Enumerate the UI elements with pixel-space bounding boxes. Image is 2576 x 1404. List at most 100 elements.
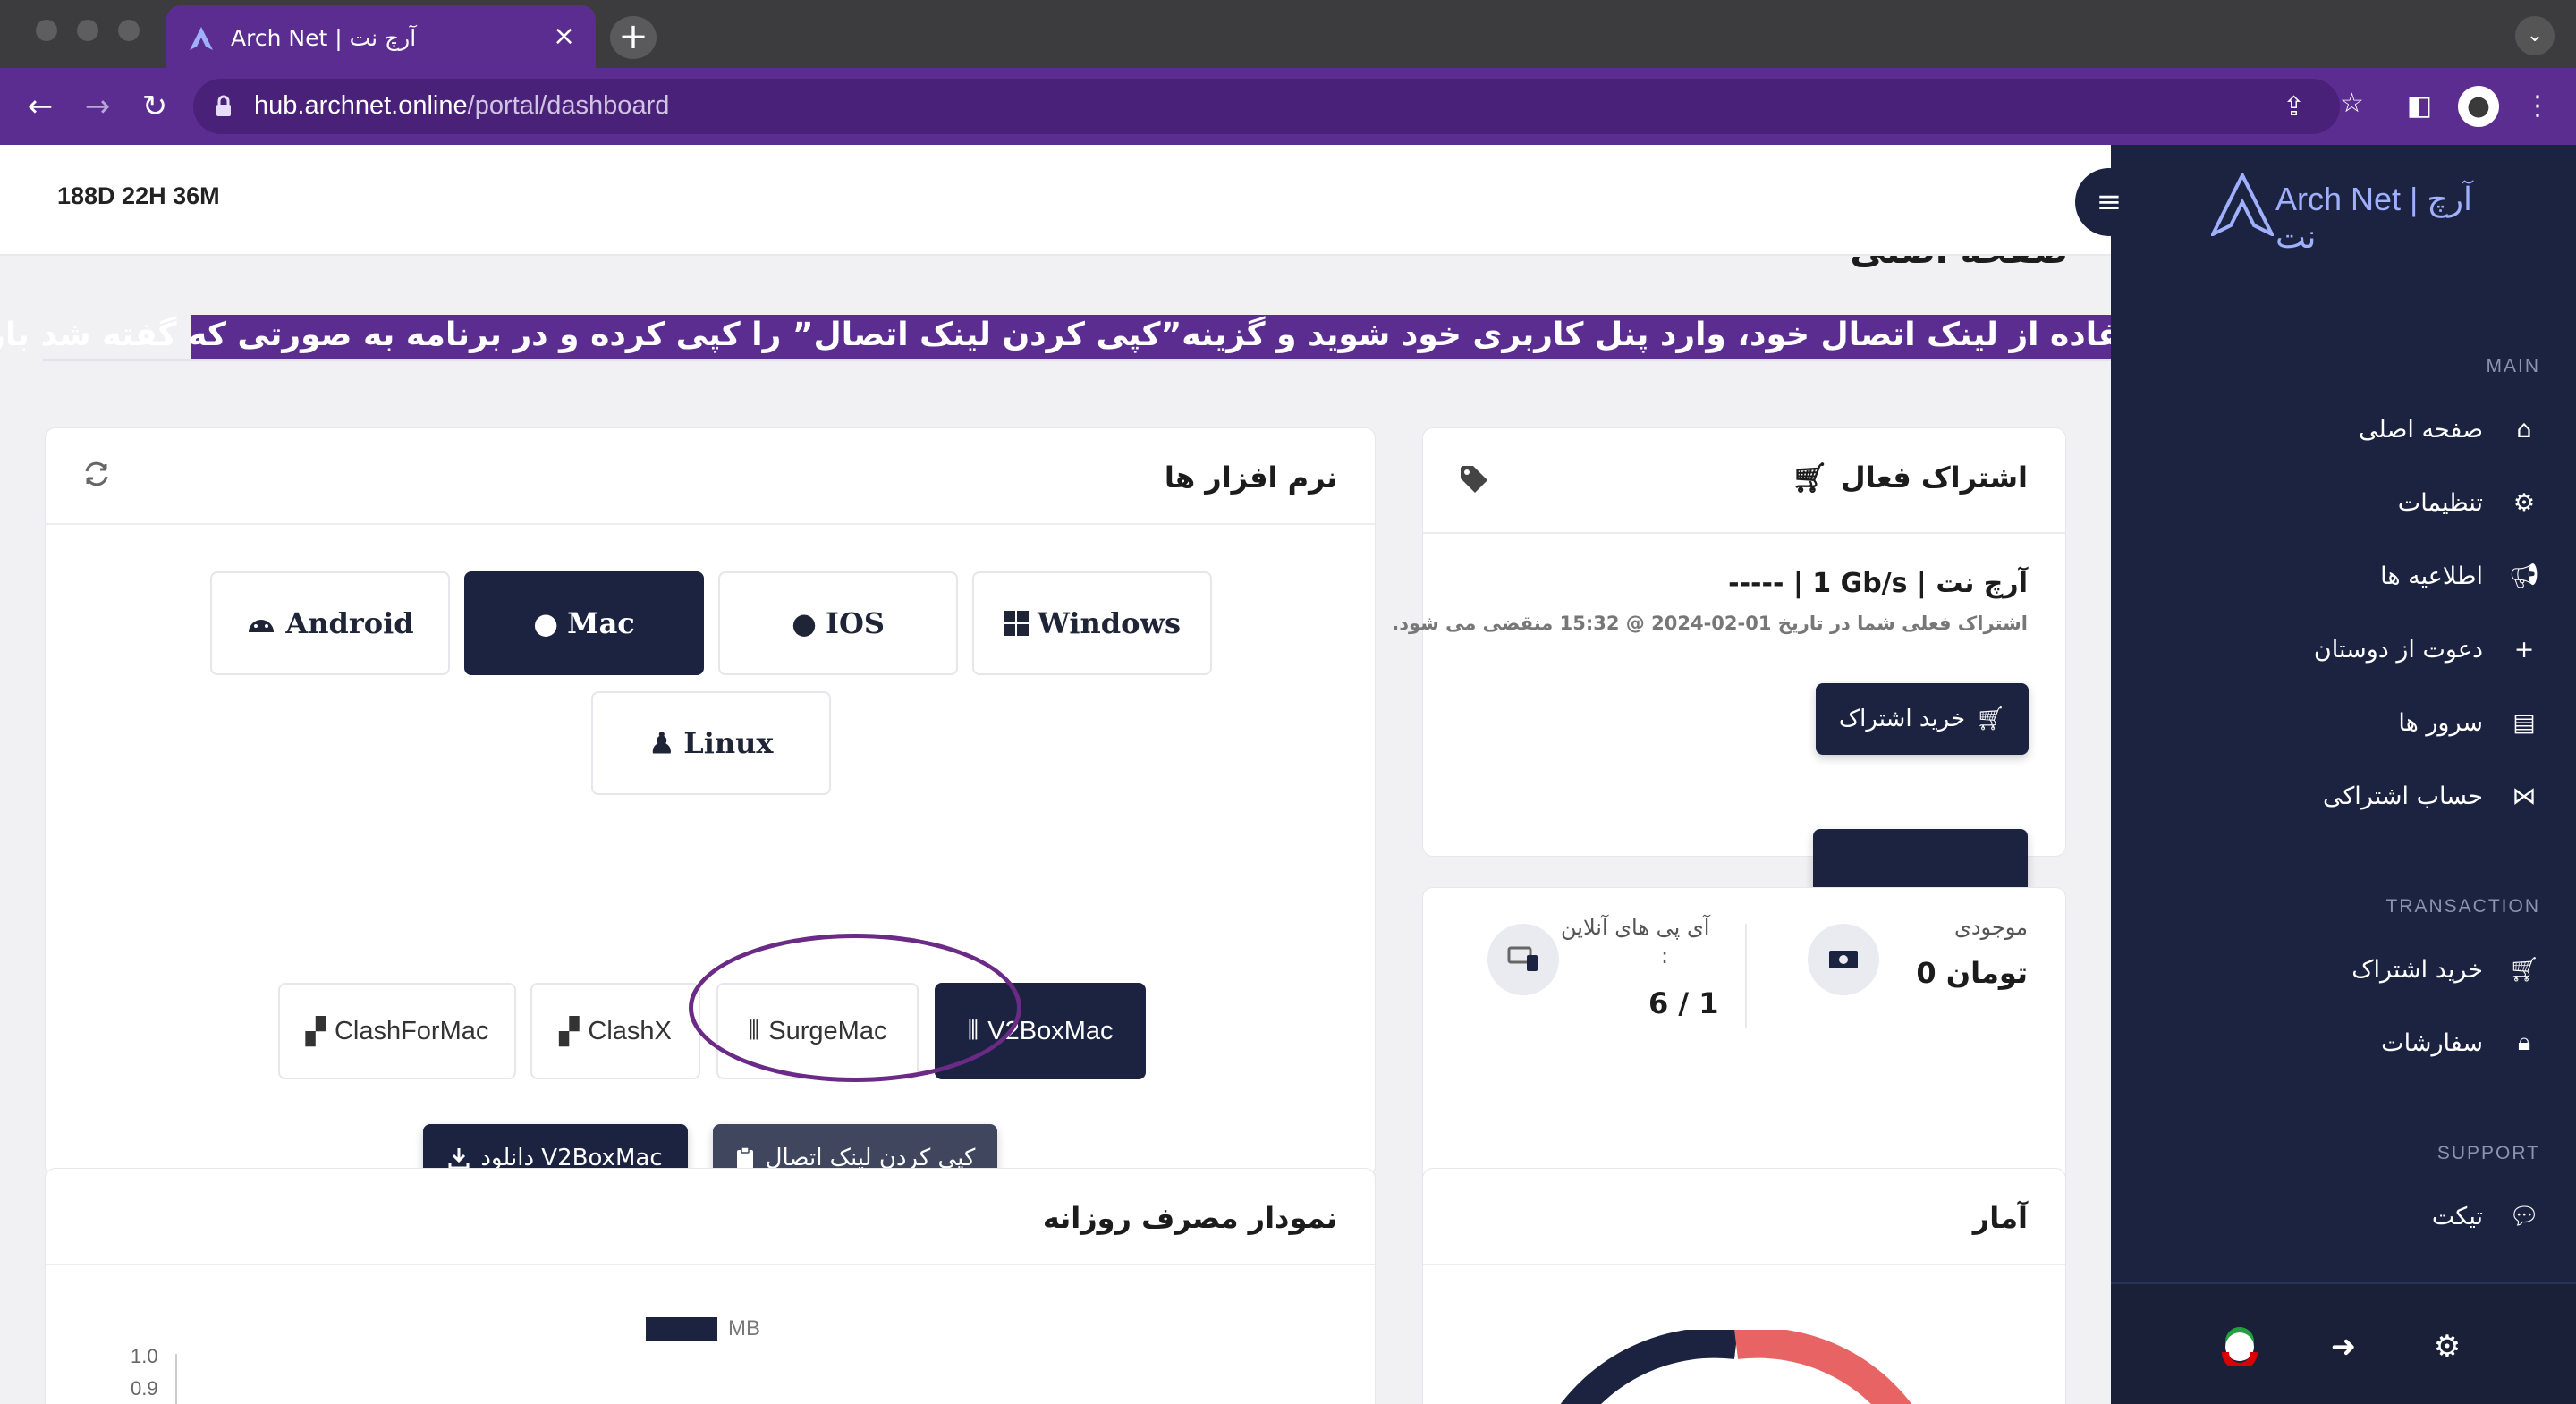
forward-arrow-icon[interactable]: → [75, 84, 120, 129]
os-button-android[interactable]: Android [210, 571, 450, 675]
sidebar: ≡ Arch Net | آرچ نت MAIN صفحه اصلی ⌂ تنظ… [2075, 145, 2576, 1404]
menu-toggle-icon[interactable]: ≡ [2075, 168, 2143, 236]
signal-icon: ⦀ [748, 1016, 760, 1045]
clipboard-icon [736, 1146, 753, 1169]
address-bar[interactable]: hub.archnet.online/portal/dashboard ⇪ ☆ [193, 79, 2364, 134]
settings-gear-icon[interactable]: ⚙ [2428, 1327, 2467, 1366]
logo-text: Arch Net | آرچ نت [2275, 181, 2473, 255]
dashboard-page: 188D 22H 36M صفحه اصلی جهت استفاده از لی… [0, 145, 2576, 1404]
sidebar-item-invite[interactable]: دعوت از دوستان + [2314, 633, 2540, 665]
lock-icon[interactable] [215, 95, 233, 118]
sidebar-footer: ➜ ⚙ [2111, 1282, 2576, 1404]
section-support: SUPPORT [2436, 1143, 2540, 1163]
divider [43, 359, 2111, 361]
online-ips-label: آی پی های آنلاین [1561, 915, 1710, 940]
sidebar-item-orders[interactable]: سفارشات 🔒︎ [2381, 1027, 2540, 1059]
y-tick-label: 1.0 [131, 1345, 158, 1367]
android-icon [249, 620, 275, 632]
stats-card: آمار [1422, 1168, 2066, 1404]
sidebar-item-buy-subscription[interactable]: خرید اشتراک 🛒︎ [2351, 953, 2540, 985]
stats-card-header: آمار [1423, 1169, 2065, 1265]
browser-tabstrip: Arch Net | آرچ نت × + ⌄ [0, 0, 2576, 68]
vertical-divider [1745, 924, 1747, 1028]
connection-notice: جهت استفاده از لینک اتصال خود، وارد پنل … [0, 315, 2286, 359]
software-card: نرم افزار ها Android ● Mac ● IOS Windows… [45, 427, 1376, 1192]
stats-donut-chart [1560, 1330, 1912, 1404]
arch-logo-icon [190, 27, 213, 50]
reload-icon[interactable]: ↻ [132, 84, 177, 129]
os-button-ios[interactable]: ● IOS [718, 571, 958, 675]
sidebar-item-servers[interactable]: سرور ها ▤ [2398, 706, 2540, 739]
stats-card-title: آمار [1972, 1201, 2028, 1235]
money-icon [1808, 924, 1879, 995]
window-close-dot[interactable] [36, 20, 57, 41]
online-ips-colon: : [1661, 943, 1669, 968]
section-main: MAIN [2486, 356, 2540, 376]
comments-icon: 💬︎ [2508, 1203, 2540, 1231]
sidebar-item-announcements[interactable]: اطلاعیه ها 📢︎ [2380, 560, 2540, 592]
lock-icon: 🔒︎ [2517, 1028, 2531, 1056]
daily-usage-card: نمودار مصرف روزانه [45, 1168, 1376, 1404]
balance-label: موجودی [1954, 915, 2028, 940]
y-axis-line [175, 1354, 177, 1404]
buy-subscription-button-label[interactable]: خرید اشتراک 🛒︎ [1816, 683, 2029, 755]
window-zoom-dot[interactable] [118, 20, 140, 41]
cat-icon: ▞ [559, 1017, 580, 1046]
browser-toolbar: ← → ↻ hub.archnet.online/portal/dashboar… [0, 68, 2576, 145]
megaphone-icon: 📢︎ [2508, 562, 2540, 590]
window-minimize-dot[interactable] [77, 20, 98, 41]
top-header: 188D 22H 36M [0, 145, 2111, 256]
os-button-mac[interactable]: ● Mac [464, 571, 704, 675]
subscription-expiry: اشتراک فعلی شما در تاریخ 01-02-2024 @ 15… [1392, 613, 2028, 634]
devices-icon [1487, 924, 1559, 995]
y-tick-label: 0.9 [131, 1377, 158, 1400]
sidebar-item-home[interactable]: صفحه اصلی ⌂ [2359, 413, 2540, 445]
download-icon [448, 1148, 470, 1170]
new-tab-button[interactable]: + [610, 16, 657, 59]
apple-icon: ● [792, 606, 817, 640]
profile-avatar-icon[interactable]: ● [2458, 86, 2499, 127]
sidebar-item-settings[interactable]: تنظیمات ⚙ [2398, 486, 2540, 519]
share-page-icon[interactable]: ⇪ [2283, 91, 2305, 123]
tab-search-chevron-icon[interactable]: ⌄ [2515, 16, 2555, 55]
os-button-windows[interactable]: Windows [972, 571, 1212, 675]
sidebar-item-shared-account[interactable]: حساب اشتراکی ⋈ [2323, 780, 2540, 812]
cat-icon: ▞ [305, 1017, 326, 1046]
app-button-clashx[interactable]: ▞ ClashX [530, 983, 700, 1079]
url-text: hub.archnet.online/portal/dashboard [254, 91, 670, 120]
back-arrow-icon[interactable]: ← [18, 84, 63, 129]
section-transaction: TRANSACTION [2385, 896, 2540, 917]
server-icon: ▤ [2512, 708, 2536, 737]
signal-icon: ⦀ [967, 1016, 979, 1045]
online-ips-value: 1 / 6 [1648, 986, 1719, 1020]
linux-penguin-icon: ♟ [648, 726, 675, 760]
tab-close-icon[interactable]: × [553, 21, 575, 52]
sidebar-item-ticket[interactable]: تیکت 💬︎ [2432, 1200, 2540, 1232]
tag-icon [1461, 466, 1487, 493]
active-subscription-card: 🛒︎ اشتراک فعال ----- | 1 Gb/s | آرچ نت ا… [1392, 427, 2066, 897]
daily-usage-header: نمودار مصرف روزانه [46, 1169, 1375, 1265]
cart-icon: 🛒︎ [2508, 956, 2540, 984]
daily-usage-title: نمودار مصرف روزانه [1042, 1201, 1337, 1235]
login-icon[interactable]: ➜ [2324, 1327, 2363, 1366]
cart-icon: 🛒︎ [1976, 706, 2006, 732]
bookmark-star-icon[interactable]: ☆ [2340, 88, 2364, 119]
browser-tab-active[interactable]: Arch Net | آرچ نت × [166, 5, 596, 68]
app-button-v2boxmac[interactable]: ⦀ V2BoxMac [935, 983, 1146, 1079]
side-panel-icon[interactable]: ◧ [2399, 86, 2440, 127]
user-gear-icon: ⚙ [2512, 488, 2536, 517]
cart-icon: 🛒︎ [1792, 461, 1828, 495]
browser-menu-icon[interactable]: ⋮ [2517, 86, 2558, 127]
share-icon: ⋈ [2512, 782, 2537, 810]
iran-flag-icon[interactable] [2220, 1327, 2259, 1366]
app-button-clashformac[interactable]: ▞ ClashForMac [278, 983, 516, 1079]
chart-legend: MB [646, 1316, 760, 1341]
subscription-plan: ----- | 1 Gb/s | آرچ نت [1728, 568, 2028, 599]
brand-logo[interactable]: Arch Net | آرچ نت [2211, 168, 2515, 255]
os-button-linux[interactable]: ♟ Linux [591, 691, 831, 795]
app-button-surgemac[interactable]: ⦀ SurgeMac [716, 983, 919, 1079]
subscription-card-title: 🛒︎ اشتراک فعال [1792, 461, 2028, 495]
refresh-icon[interactable] [81, 459, 112, 489]
software-card-title: نرم افزار ها [1164, 461, 1337, 495]
user-plus-icon: + [2513, 635, 2535, 664]
